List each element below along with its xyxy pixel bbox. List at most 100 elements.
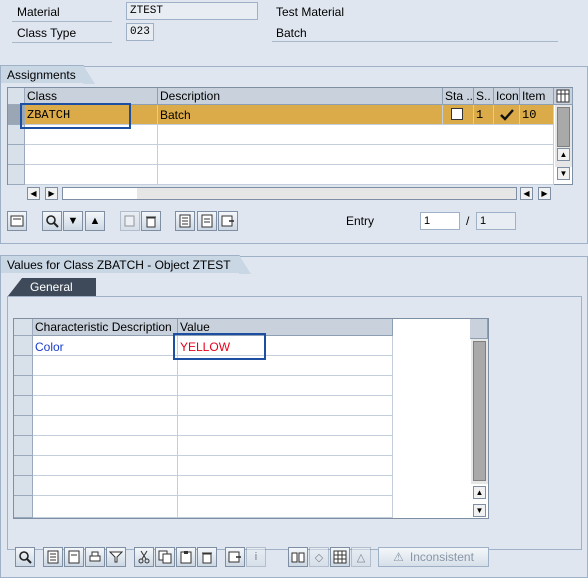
divider (12, 21, 112, 22)
search-icon[interactable] (15, 547, 35, 567)
table-cell[interactable] (33, 356, 178, 376)
table-cell[interactable] (178, 416, 393, 436)
inconsistent-button[interactable]: ⚠ Inconsistent (378, 547, 489, 567)
table-cell-item[interactable]: 10 (520, 105, 554, 125)
binoculars-icon[interactable] (288, 547, 308, 567)
row-selector[interactable] (14, 496, 33, 518)
vertical-scroll-thumb[interactable] (557, 107, 570, 147)
copy-icon[interactable] (155, 547, 175, 567)
table-cell-status[interactable] (443, 105, 474, 125)
list-icon[interactable] (175, 211, 195, 231)
list-icon[interactable] (43, 547, 63, 567)
column-header-status[interactable]: Sta .. (443, 88, 474, 105)
table-cell[interactable] (33, 476, 178, 496)
column-header-characteristic[interactable]: Characteristic Description (33, 319, 178, 336)
paste-icon[interactable] (176, 547, 196, 567)
table-cell[interactable] (33, 376, 178, 396)
table-cell[interactable] (33, 436, 178, 456)
scroll-up-icon[interactable]: ▲ (473, 486, 486, 499)
entry-total: 1 (476, 212, 516, 230)
table-cell[interactable] (25, 145, 158, 165)
table-cell[interactable] (25, 165, 158, 185)
scroll-down-icon[interactable]: ▼ (473, 504, 486, 517)
search-icon[interactable] (42, 211, 62, 231)
row-selector[interactable] (14, 476, 33, 496)
characteristic-cell[interactable]: Color (33, 336, 178, 356)
info-icon[interactable]: i (246, 547, 266, 567)
row-selector[interactable] (14, 396, 33, 416)
table-cell[interactable] (158, 145, 554, 165)
table-cell-description[interactable]: Batch (158, 105, 443, 125)
table-cell[interactable] (178, 376, 393, 396)
focus-highlight (20, 103, 131, 129)
table-cell[interactable] (158, 125, 554, 145)
scroll-right-icon[interactable]: ▶ (538, 187, 551, 200)
copy-icon[interactable] (120, 211, 140, 231)
row-selector[interactable] (8, 145, 25, 165)
detail-icon[interactable] (7, 211, 27, 231)
column-header-s[interactable]: S.. (474, 88, 494, 105)
table-cell-s[interactable]: 1 (474, 105, 494, 125)
horizontal-scroll-thumb[interactable] (63, 188, 137, 199)
chevron-down-icon[interactable]: ▼ (63, 211, 83, 231)
table-cell[interactable] (158, 165, 554, 185)
table-settings-cell[interactable] (470, 319, 488, 339)
grid-icon[interactable] (330, 547, 350, 567)
assignments-title: Assignments (0, 65, 95, 84)
trash-icon[interactable] (197, 547, 217, 567)
row-selector[interactable] (14, 456, 33, 476)
material-field[interactable]: ZTEST (126, 2, 258, 20)
table-cell[interactable] (178, 456, 393, 476)
divider (12, 42, 112, 43)
scroll-left-icon[interactable]: ◀ (520, 187, 533, 200)
tab-general[interactable]: General (8, 278, 96, 296)
status-checkbox[interactable] (451, 108, 463, 120)
table-settings-icon[interactable] (554, 88, 573, 105)
inconsistent-label: Inconsistent (409, 550, 474, 564)
checkmark-icon (494, 105, 520, 125)
entry-separator: / (466, 214, 470, 228)
scroll-right-icon[interactable]: ▶ (45, 187, 58, 200)
select-all-cell[interactable] (14, 319, 33, 336)
row-selector[interactable] (14, 336, 33, 356)
warning-icon: ⚠ (393, 550, 404, 564)
table-cell[interactable] (33, 396, 178, 416)
table-cell[interactable] (178, 396, 393, 416)
row-selector[interactable] (14, 356, 33, 376)
column-header-description[interactable]: Description (158, 88, 443, 105)
class-type-label: Class Type (17, 26, 77, 40)
link-icon[interactable]: ◇ (309, 547, 329, 567)
export-icon[interactable] (218, 211, 238, 231)
material-label: Material (17, 5, 60, 19)
document-icon[interactable] (64, 547, 84, 567)
table-cell[interactable] (178, 496, 393, 518)
row-selector[interactable] (14, 436, 33, 456)
table-cell[interactable] (178, 476, 393, 496)
chevron-up-icon[interactable]: ▲ (85, 211, 105, 231)
document-icon[interactable] (197, 211, 217, 231)
trash-icon[interactable] (141, 211, 161, 231)
entry-label: Entry (346, 214, 375, 228)
row-selector[interactable] (8, 165, 25, 185)
export-icon[interactable] (225, 547, 245, 567)
table-cell[interactable] (33, 496, 178, 518)
table-cell[interactable] (33, 456, 178, 476)
filter-icon[interactable] (106, 547, 126, 567)
print-icon[interactable] (85, 547, 105, 567)
cut-icon[interactable] (134, 547, 154, 567)
table-cell[interactable] (178, 436, 393, 456)
focus-highlight (173, 333, 266, 360)
vertical-scroll-thumb[interactable] (473, 341, 486, 481)
scroll-left-icon[interactable]: ◀ (27, 187, 40, 200)
column-header-item[interactable]: Item (520, 88, 554, 105)
class-type-field[interactable]: 023 (126, 23, 154, 41)
table-cell[interactable] (33, 416, 178, 436)
row-selector[interactable] (14, 376, 33, 396)
material-description: Test Material (276, 5, 345, 19)
row-selector[interactable] (14, 416, 33, 436)
scroll-down-icon[interactable]: ▼ (557, 167, 570, 180)
scroll-up-icon[interactable]: ▲ (557, 148, 570, 161)
entry-input[interactable]: 1 (420, 212, 460, 230)
column-header-icon[interactable]: Icon (494, 88, 520, 105)
warning-icon[interactable]: △ (351, 547, 371, 567)
